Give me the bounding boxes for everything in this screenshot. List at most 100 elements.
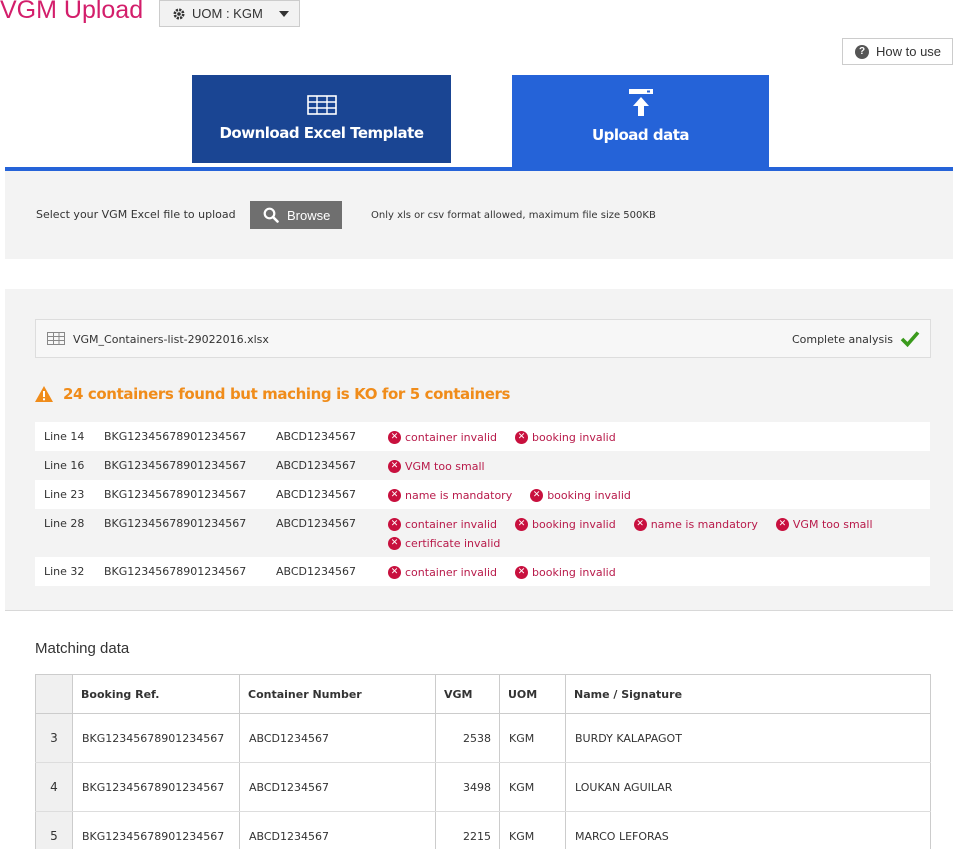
error-x-icon: ✕: [388, 431, 401, 444]
error-row: Line 23 BKG12345678901234567 ABCD1234567 ✕ n…: [35, 480, 930, 509]
line-number: Line 28: [44, 517, 85, 530]
analysis-status: Complete analysis: [791, 333, 893, 346]
error-text: container invalid: [405, 566, 497, 579]
booking-ref: BKG12345678901234567: [104, 565, 247, 578]
column-header-uom: UOM: [499, 674, 566, 714]
name-signature: BURDY KALAPAGOT: [565, 713, 931, 763]
booking-ref: BKG12345678901234567: [104, 430, 247, 443]
file-format-note: Only xls or csv format allowed, maximum …: [371, 210, 656, 221]
error-tag: ✕ container invalid: [388, 428, 497, 447]
error-text: container invalid: [405, 431, 497, 444]
table-row: 4 BKG12345678901234567 ABCD1234567 3498 KGM L…: [35, 762, 931, 812]
error-list: Line 14 BKG12345678901234567 ABCD1234567 ✕ c…: [35, 422, 930, 586]
error-tag: ✕ booking invalid: [515, 428, 616, 447]
column-header-name: Name / Signature: [565, 674, 931, 714]
line-number: Line 14: [44, 430, 85, 443]
container-number: ABCD1234567: [276, 517, 357, 530]
tab-upload-label: Upload data: [591, 126, 690, 144]
error-x-icon: ✕: [530, 489, 544, 502]
container-number: ABCD1234567: [239, 713, 436, 763]
warning-message: 24 containers found but maching is KO fo…: [34, 385, 510, 403]
error-tag: ✕ container invalid: [388, 563, 497, 582]
browse-button[interactable]: Browse: [250, 201, 342, 229]
error-x-icon: ✕: [515, 431, 528, 444]
booking-ref: BKG12345678901234567: [72, 811, 240, 849]
error-x-icon: ✕: [388, 537, 401, 550]
error-tags: ✕ container invalid ✕ booking invalid: [388, 422, 930, 451]
column-header-container: Container Number: [239, 674, 436, 714]
line-number: Line 16: [44, 459, 85, 472]
error-tags: ✕ container invalid ✕ booking invalid ✕ name …: [388, 509, 930, 557]
upload-panel: Select your VGM Excel file to upload Bro…: [5, 171, 953, 259]
matching-data-title: Matching data: [35, 640, 130, 657]
upload-icon: [628, 89, 653, 116]
error-text: name is mandatory: [650, 518, 758, 531]
uploaded-file-name: VGM_Containers-list-29022016.xlsx: [73, 333, 269, 346]
question-icon: ?: [855, 44, 869, 59]
error-tags: ✕ container invalid ✕ booking invalid: [388, 557, 930, 586]
error-x-icon: ✕: [515, 518, 528, 531]
search-icon: [263, 207, 279, 223]
row-index: 5: [35, 811, 73, 849]
error-row: Line 16 BKG12345678901234567 ABCD1234567 ✕ V…: [35, 451, 930, 480]
error-text: container invalid: [405, 518, 497, 531]
container-number: ABCD1234567: [239, 762, 436, 812]
spreadsheet-icon: [47, 332, 65, 345]
gear-icon: [173, 8, 185, 19]
error-row: Line 28 BKG12345678901234567 ABCD1234567 ✕ c…: [35, 509, 930, 557]
error-tag: ✕ name is mandatory: [388, 486, 512, 505]
uom-value: KGM: [499, 811, 566, 849]
column-header-vgm: VGM: [435, 674, 500, 714]
matching-body: 3 BKG12345678901234567 ABCD1234567 2538 KGM B…: [35, 713, 931, 849]
container-number: ABCD1234567: [276, 459, 357, 472]
error-tag: ✕ VGM too small: [388, 457, 485, 476]
booking-ref: BKG12345678901234567: [104, 517, 247, 530]
tab-download-template[interactable]: Download Excel Template: [192, 75, 451, 163]
matching-header-row: Booking Ref. Container Number VGM UOM Na…: [35, 674, 931, 714]
uom-value: KGM: [499, 762, 566, 812]
how-to-use-label: How to use: [876, 44, 942, 59]
error-text: booking invalid: [547, 489, 631, 502]
error-x-icon: ✕: [388, 489, 401, 502]
line-number: Line 32: [44, 565, 85, 578]
uom-label: UOM : KGM: [192, 6, 263, 21]
warning-icon: [35, 386, 53, 402]
uom-value: KGM: [499, 713, 566, 763]
error-text: booking invalid: [532, 431, 616, 444]
error-tag: ✕ booking invalid: [515, 515, 616, 534]
row-index: 3: [35, 713, 73, 763]
container-number: ABCD1234567: [276, 430, 357, 443]
error-x-icon: ✕: [388, 460, 401, 473]
error-tag: ✕ booking invalid: [530, 486, 631, 505]
error-tag: ✕ certificate invalid: [388, 534, 500, 553]
name-signature: MARCO LEFORAS: [565, 811, 931, 849]
matching-table: Booking Ref. Container Number VGM UOM Na…: [35, 674, 931, 849]
container-number: ABCD1234567: [239, 811, 436, 849]
error-x-icon: ✕: [775, 518, 789, 531]
error-text: booking invalid: [532, 518, 616, 531]
uom-dropdown[interactable]: UOM : KGM: [159, 0, 300, 27]
page-title: VGM Upload: [0, 0, 144, 24]
booking-ref: BKG12345678901234567: [72, 713, 240, 763]
tab-upload-data[interactable]: Upload data: [512, 75, 769, 168]
error-tags: ✕ name is mandatory ✕ booking invalid: [388, 480, 930, 509]
error-row: Line 32 BKG12345678901234567 ABCD1234567 ✕ c…: [35, 557, 930, 586]
check-icon: [900, 331, 920, 347]
file-bar: VGM_Containers-list-29022016.xlsx Comple…: [35, 319, 931, 358]
booking-ref: BKG12345678901234567: [104, 488, 247, 501]
error-text: VGM too small: [792, 518, 873, 531]
column-header-booking: Booking Ref.: [72, 674, 240, 714]
container-number: ABCD1234567: [276, 488, 357, 501]
error-text: booking invalid: [532, 566, 616, 579]
column-header-index: [35, 674, 73, 714]
error-text: certificate invalid: [405, 537, 501, 550]
table-icon: [306, 95, 337, 115]
table-row: 3 BKG12345678901234567 ABCD1234567 2538 KGM B…: [35, 713, 931, 763]
error-text: VGM too small: [405, 460, 485, 473]
error-tag: ✕ name is mandatory: [633, 515, 758, 534]
error-x-icon: ✕: [515, 566, 528, 579]
error-x-icon: ✕: [388, 518, 401, 531]
error-x-icon: ✕: [388, 566, 401, 579]
how-to-use-button[interactable]: ? How to use: [842, 38, 953, 65]
error-tag: ✕ booking invalid: [515, 563, 616, 582]
